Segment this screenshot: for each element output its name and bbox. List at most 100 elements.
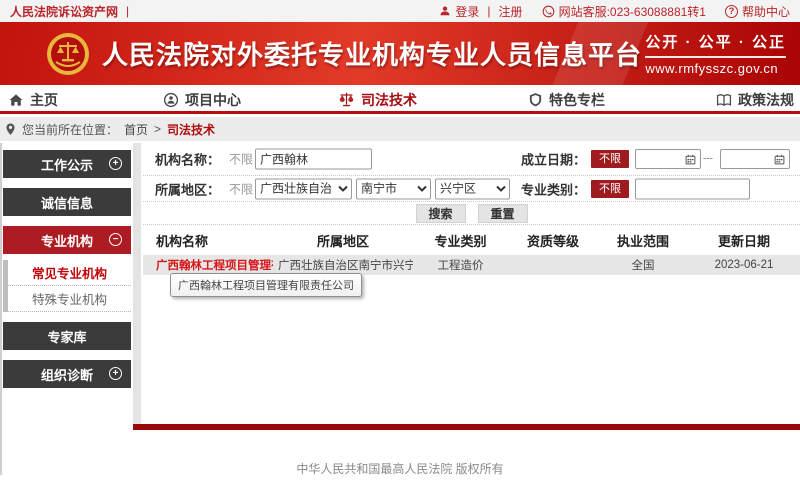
- top-site-link[interactable]: 人民法院诉讼资产网: [10, 3, 118, 20]
- slogan-text: 公开 · 公平 · 公正: [645, 31, 786, 58]
- nav-item-policy[interactable]: 政策法规: [716, 85, 794, 114]
- login-group: 登录 | 注册: [439, 3, 522, 20]
- service-phone: 网站客服:023-63088881转1: [559, 3, 706, 20]
- sidebar-subitem-label: 常见专业机构: [32, 263, 107, 282]
- breadcrumb-prefix: 您当前所在位置：: [22, 121, 118, 138]
- category-label: 专业类别：: [506, 179, 586, 198]
- service-group[interactable]: 网站客服:023-63088881转1: [542, 3, 706, 20]
- project-center-icon: [163, 92, 179, 108]
- site-url: www.rmfysszc.gov.cn: [645, 58, 786, 76]
- region-label: 所属地区：: [155, 179, 220, 198]
- home-icon: [8, 92, 24, 108]
- category-any-button[interactable]: 不限: [591, 180, 629, 198]
- main-navigation: 主页 项目中心 司法技术 特色专栏 政策法规: [0, 85, 800, 114]
- book-icon: [716, 92, 732, 108]
- nav-label: 项目中心: [185, 90, 241, 110]
- platform-title: 人民法院对外委托专业机构专业人员信息平台: [102, 35, 642, 72]
- main-panel: 机构名称： 不限 成立日期： 不限 --- 所属地区： 不限 广西壮族自治 南宁…: [143, 143, 800, 424]
- reset-button[interactable]: 重置: [478, 204, 528, 223]
- top-utility-bar: 人民法院诉讼资产网 | 登录 | 注册 网站客服:023-63088881转1 …: [0, 0, 800, 22]
- col-header-grade: 资质等级: [508, 231, 598, 250]
- nav-label: 政策法规: [738, 90, 794, 110]
- sidebar-item-professional-orgs[interactable]: 专业机构 −: [3, 226, 131, 254]
- org-name-any[interactable]: 不限: [229, 151, 253, 168]
- category-input[interactable]: [635, 178, 750, 199]
- province-select[interactable]: 广西壮族自治: [255, 178, 352, 199]
- col-header-org-name: 机构名称: [143, 231, 273, 250]
- help-group[interactable]: ? 帮助中心: [725, 3, 790, 20]
- cell-region: 广西壮族自治区南宁市兴宁区: [273, 257, 413, 273]
- breadcrumb-home-link[interactable]: 首页: [124, 121, 148, 138]
- col-header-region: 所属地区: [273, 231, 413, 250]
- org-name-input[interactable]: [255, 149, 372, 170]
- founding-date-any-button[interactable]: 不限: [591, 150, 629, 168]
- cell-category: 工程造价: [413, 257, 508, 273]
- site-banner: 人民法院对外委托专业机构专业人员信息平台 公开 · 公平 · 公正 www.rm…: [0, 22, 800, 85]
- cell-updated: 2023-06-21: [688, 259, 800, 271]
- calendar-icon: [774, 154, 785, 165]
- region-any[interactable]: 不限: [229, 180, 253, 197]
- date-to-input[interactable]: [720, 149, 790, 169]
- nav-item-project-center[interactable]: 项目中心: [163, 85, 241, 114]
- top-right-links: 登录 | 注册 网站客服:023-63088881转1 ? 帮助中心: [425, 3, 790, 20]
- breadcrumb-current: 司法技术: [167, 121, 215, 138]
- banner-slogan-block: 公开 · 公平 · 公正 www.rmfysszc.gov.cn: [645, 31, 786, 76]
- nav-label: 主页: [30, 90, 58, 110]
- help-link: 帮助中心: [742, 3, 790, 20]
- sidebar-item-expert-pool[interactable]: 专家库: [3, 322, 131, 350]
- col-header-category: 专业类别: [413, 231, 508, 250]
- scales-icon: [338, 91, 355, 108]
- sidebar-panel-gap: [133, 143, 141, 424]
- panel-bottom-red-bar: [133, 424, 800, 430]
- calendar-icon: [685, 154, 696, 165]
- cell-scope: 全国: [598, 257, 688, 273]
- col-header-updated: 更新日期: [688, 231, 800, 250]
- court-emblem-logo: [46, 32, 90, 76]
- top-divider: |: [126, 4, 129, 18]
- breadcrumb-separator: >: [154, 122, 161, 136]
- nav-item-special-column[interactable]: 特色专栏: [528, 85, 605, 114]
- breadcrumb: 您当前所在位置： 首页 > 司法技术: [0, 117, 800, 141]
- expand-icon: +: [109, 367, 122, 380]
- sidebar: 工作公示 + 诚信信息 专业机构 − 常见专业机构 特殊专业机构 专家库 组织诊…: [3, 150, 131, 398]
- results-table: 机构名称 所属地区 专业类别 资质等级 执业范围 更新日期 广西翰林工程项目管理…: [143, 225, 800, 275]
- founding-date-label: 成立日期：: [506, 150, 586, 169]
- sidebar-item-label: 专业机构: [41, 231, 93, 250]
- org-name-link[interactable]: 广西翰林工程项目管理有限责任...: [143, 257, 273, 273]
- location-pin-icon: [5, 123, 16, 136]
- nav-item-home[interactable]: 主页: [8, 85, 58, 114]
- district-select[interactable]: 兴宁区: [435, 178, 510, 199]
- nav-label: 特色专栏: [549, 90, 605, 110]
- sidebar-item-label: 工作公示: [41, 155, 93, 174]
- sidebar-item-label: 专家库: [47, 327, 86, 346]
- nav-item-judicial-tech[interactable]: 司法技术: [338, 85, 417, 114]
- login-separator: |: [487, 4, 490, 18]
- question-icon: ?: [725, 5, 738, 18]
- register-link[interactable]: 注册: [499, 3, 523, 20]
- table-row: 广西翰林工程项目管理有限责任... 广西壮族自治区南宁市兴宁区 工程造价 全国 …: [143, 255, 800, 275]
- form-actions: 搜索 重置: [143, 202, 800, 225]
- sidebar-item-label: 组织诊断: [41, 365, 93, 384]
- org-name-label: 机构名称：: [155, 150, 220, 169]
- sidebar-sublist: 常见专业机构 特殊专业机构: [3, 260, 131, 312]
- sidebar-item-work-publicity[interactable]: 工作公示 +: [3, 150, 131, 178]
- search-button[interactable]: 搜索: [416, 204, 466, 223]
- sidebar-item-label: 诚信信息: [41, 193, 93, 212]
- org-name-tooltip: 广西翰林工程项目管理有限责任公司: [170, 273, 362, 297]
- sidebar-subitem-common-orgs[interactable]: 常见专业机构: [8, 260, 131, 286]
- phone-icon: [542, 5, 555, 18]
- col-header-scope: 执业范围: [598, 231, 688, 250]
- sidebar-item-org-diagnosis[interactable]: 组织诊断 +: [3, 360, 131, 388]
- date-from-input[interactable]: [635, 149, 701, 169]
- sidebar-item-integrity-info[interactable]: 诚信信息: [3, 188, 131, 216]
- left-edge-rule: [0, 143, 2, 475]
- city-select[interactable]: 南宁市: [356, 178, 431, 199]
- collapse-icon: −: [109, 233, 122, 246]
- shield-icon: [528, 92, 543, 107]
- table-header-row: 机构名称 所属地区 专业类别 资质等级 执业范围 更新日期: [143, 225, 800, 255]
- footer-copyright: 中华人民共和国最高人民法院 版权所有: [0, 460, 800, 477]
- login-link[interactable]: 登录: [455, 3, 479, 20]
- sidebar-subitem-special-orgs[interactable]: 特殊专业机构: [8, 286, 131, 312]
- nav-label: 司法技术: [361, 90, 417, 110]
- date-range-separator: ---: [703, 154, 713, 165]
